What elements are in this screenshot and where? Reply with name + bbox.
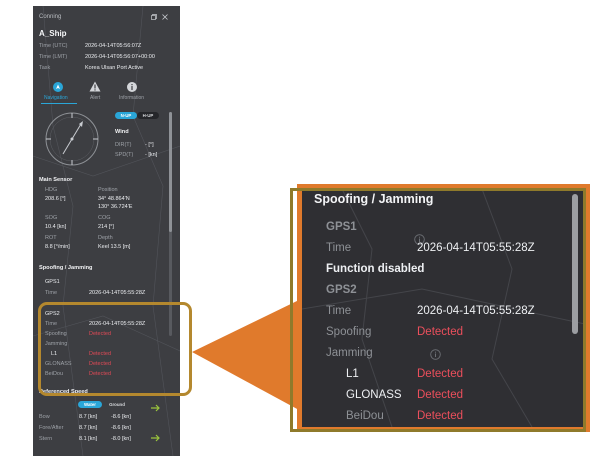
time-utc-value: 2026-04-14T05:56:07Z — [85, 43, 142, 49]
tab-active-indicator — [41, 103, 77, 104]
depth-value: Keel 13.5 [m] — [98, 244, 131, 250]
wind-dir-value: - [°] — [145, 142, 154, 148]
close-icon[interactable] — [162, 14, 168, 20]
spoofing-title: Spoofing / Jamming — [39, 265, 93, 271]
cog-value: 214 [°] — [98, 224, 114, 230]
wind-spd-value: - [kn] — [145, 152, 158, 158]
zoom-spoofing-status: Detected — [417, 326, 464, 338]
position-lat: 34° 48.864'N — [98, 196, 130, 202]
speed-row-ground: -8.6 [kn] — [111, 425, 131, 431]
zoom-function-disabled: Function disabled — [326, 263, 425, 275]
speed-row-label: Stern — [39, 436, 53, 442]
zoom-callout: Spoofing / Jamming GPS1 Time 2026-04-14T… — [297, 184, 590, 432]
sog-label: SOG — [45, 215, 58, 221]
time-lmt-label: Time (LMT) — [39, 54, 68, 60]
head-up-toggle[interactable]: H-UP — [137, 112, 159, 119]
hdg-label: HDG — [45, 187, 58, 193]
zoom-spoofing-title: Spoofing / Jamming — [314, 192, 434, 206]
position-lon: 130° 36.724'E — [98, 204, 133, 210]
north-up-toggle[interactable]: N-UP — [115, 112, 137, 119]
information-icon[interactable] — [127, 82, 137, 92]
hdg-value: 208.6 [°] — [45, 196, 66, 202]
depth-label: Depth — [98, 235, 113, 241]
sog-value: 10.4 [kn] — [45, 224, 67, 230]
wind-dir-label: DIR(T) — [115, 142, 132, 148]
zoom-beidou-status: Detected — [417, 410, 464, 422]
tab-alert[interactable]: Alert — [90, 96, 100, 101]
gps1-time-value: 2026-04-14T05:55:28Z — [89, 290, 146, 296]
rot-value: 8.8 [°/min] — [45, 244, 70, 250]
navigation-icon[interactable] — [53, 82, 63, 92]
alert-icon[interactable] — [89, 81, 101, 92]
zoom-scrollbar[interactable] — [572, 194, 578, 334]
ship-name: A_Ship — [39, 29, 67, 38]
zoom-l1-label: L1 — [346, 368, 359, 380]
zoom-gps1-label: GPS1 — [326, 221, 357, 233]
speed-row-water: 8.7 [kn] — [79, 414, 98, 420]
cog-label: COG — [98, 215, 111, 221]
arrow-right-icon — [151, 434, 161, 442]
highlight-rectangle — [38, 302, 192, 396]
info-circle-icon — [430, 347, 441, 360]
wind-title: Wind — [115, 129, 129, 135]
zoom-gps2-label: GPS2 — [326, 284, 357, 296]
task-label: Task — [39, 65, 51, 71]
restore-icon[interactable] — [151, 14, 157, 20]
position-label: Position — [98, 187, 118, 193]
speed-row-label: Fore/After — [39, 425, 64, 431]
time-utc-label: Time (UTC) — [39, 43, 68, 49]
speed-row-water: 8.1 [kn] — [79, 436, 98, 442]
zoom-gps2-time-value: 2026-04-14T05:55:28Z — [417, 305, 535, 317]
panel-title: Conning — [39, 14, 62, 20]
compass-icon — [43, 110, 101, 168]
rot-label: ROT — [45, 235, 57, 241]
zoom-l1-status: Detected — [417, 368, 464, 380]
main-sensor-title: Main Sensor — [39, 177, 73, 183]
gps1-time-label: Time — [45, 290, 58, 296]
zoom-glonass-status: Detected — [417, 389, 464, 401]
zoom-beidou-label: BeiDou — [346, 410, 384, 422]
task-value: Korea Ulsan Port Active — [85, 65, 144, 71]
wind-spd-label: SPD(T) — [115, 152, 134, 158]
zoom-gps1-time-label: Time — [326, 242, 352, 254]
gps1-label: GPS1 — [45, 279, 60, 285]
tab-navigation[interactable]: Navigation — [44, 96, 68, 101]
tab-information[interactable]: Information — [119, 96, 144, 101]
zoom-jamming-label: Jamming — [326, 347, 373, 359]
speed-row-water: 8.7 [kn] — [79, 425, 98, 431]
speed-row-ground: -8.6 [kn] — [111, 414, 131, 420]
water-toggle[interactable]: Water — [78, 401, 102, 408]
zoom-glonass-label: GLONASS — [346, 389, 402, 401]
speed-row-label: Bow — [39, 414, 50, 420]
zoom-spoofing-label: Spoofing — [326, 326, 372, 338]
zoom-content: Spoofing / Jamming GPS1 Time 2026-04-14T… — [302, 189, 585, 427]
speed-row-ground: -8.0 [kn] — [111, 436, 131, 442]
panel-scrollbar-thumb[interactable] — [169, 112, 172, 232]
zoom-gps1-time-value: 2026-04-14T05:55:28Z — [417, 242, 535, 254]
arrow-right-icon — [151, 404, 161, 412]
time-lmt-value: 2026-04-14T05:56:07+00:00 — [85, 54, 155, 60]
ground-toggle[interactable]: Ground — [105, 401, 129, 408]
zoom-gps2-time-label: Time — [326, 305, 352, 317]
